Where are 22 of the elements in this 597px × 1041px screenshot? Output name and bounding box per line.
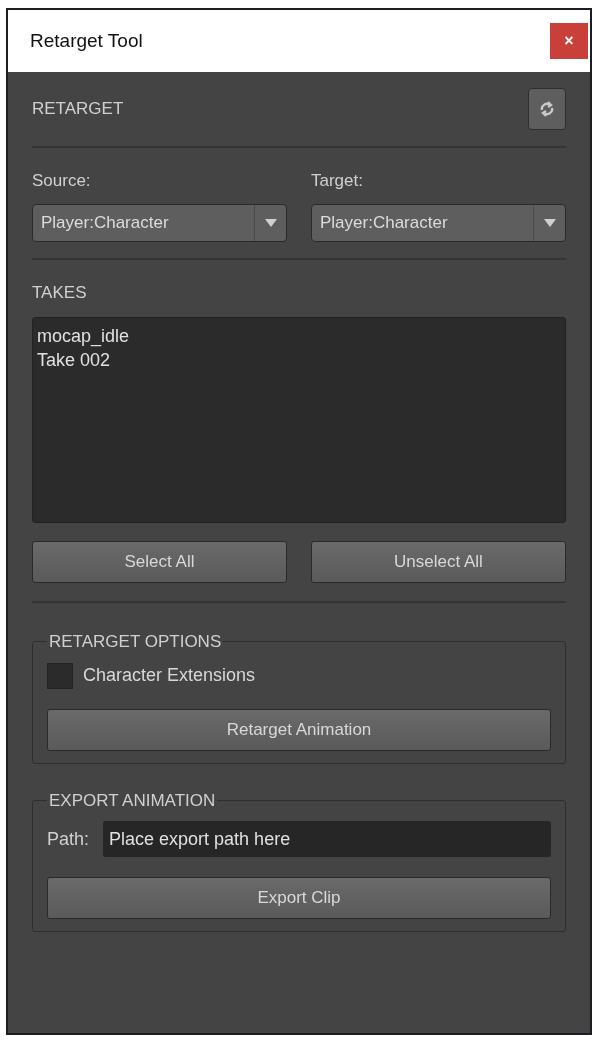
take-item[interactable]: Take 002 <box>37 348 561 372</box>
window-title: Retarget Tool <box>30 28 143 53</box>
field-label: Source: <box>32 170 92 192</box>
checkbox-label: Character Extensions <box>83 664 256 687</box>
take-item[interactable]: mocap_idle <box>37 324 561 348</box>
path-field[interactable]: Place export path here <box>103 821 551 857</box>
retarget-animation-button[interactable]: Retarget Animation <box>47 709 551 751</box>
close-button[interactable]: × <box>550 23 588 59</box>
refresh-icon <box>540 100 554 118</box>
checkbox[interactable] <box>47 662 73 689</box>
section-heading: RETARGET <box>32 98 124 121</box>
list-action-button[interactable]: Unselect All <box>311 541 566 583</box>
list-action-button[interactable]: Select All <box>32 541 287 583</box>
caret-icon <box>264 218 277 227</box>
export-clip-button[interactable]: Export Clip <box>47 877 551 919</box>
field-label: Target: <box>311 170 364 192</box>
section-heading: TAKES <box>32 281 88 304</box>
caret-icon <box>543 218 556 227</box>
dropdown[interactable]: Player:Character <box>32 203 287 242</box>
refresh-button[interactable] <box>528 88 566 130</box>
field-label: Path: <box>47 827 90 851</box>
dropdown[interactable]: Player:Character <box>311 203 566 242</box>
